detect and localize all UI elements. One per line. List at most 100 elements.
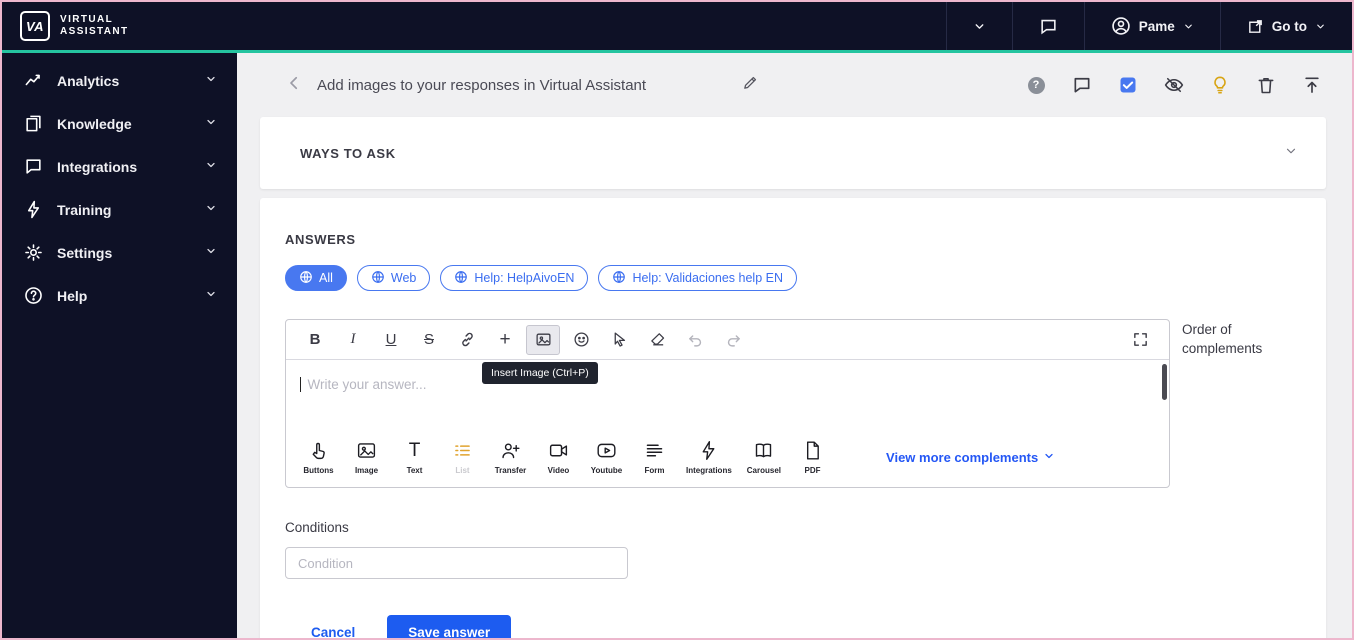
complement-list[interactable]: List — [446, 440, 479, 475]
goto-label: Go to — [1271, 18, 1307, 34]
brand: VA VIRTUAL ASSISTANT — [2, 2, 147, 50]
lightning-icon — [24, 200, 43, 219]
answer-editor: B I U S + Insert Image (Ctrl+P) Write yo… — [285, 319, 1170, 488]
va-logo: VA — [20, 11, 50, 41]
sidebar-item-training[interactable]: Training — [2, 188, 237, 231]
redo-icon[interactable] — [716, 325, 750, 355]
bold-button[interactable]: B — [298, 325, 332, 355]
messages-button[interactable] — [1011, 2, 1084, 50]
complement-form[interactable]: Form — [638, 440, 671, 475]
chip-help-helpaivoen[interactable]: Help: HelpAivoEN — [440, 265, 589, 291]
fullscreen-icon[interactable] — [1123, 325, 1157, 355]
lightbulb-icon[interactable] — [1210, 75, 1230, 95]
chat-icon — [24, 157, 43, 176]
eye-off-icon[interactable] — [1164, 75, 1184, 95]
conditions-label: Conditions — [285, 520, 349, 535]
undo-icon[interactable] — [678, 325, 712, 355]
image-icon — [356, 440, 377, 461]
help-icon — [24, 286, 43, 305]
complement-integrations[interactable]: Integrations — [686, 440, 732, 475]
help-button[interactable]: ? — [1026, 75, 1046, 95]
pencil-icon[interactable] — [742, 74, 759, 96]
chip-help-validaciones[interactable]: Help: Validaciones help EN — [598, 265, 797, 291]
ways-to-ask-title: WAYS TO ASK — [300, 145, 396, 161]
app-window: VA VIRTUAL ASSISTANT Pame Go to Analytic… — [0, 0, 1354, 640]
carousel-icon — [753, 440, 774, 461]
complements-bar: Buttons Image T Text List Transfer Video… — [286, 436, 1169, 487]
youtube-icon — [596, 440, 617, 461]
complement-transfer[interactable]: Transfer — [494, 440, 527, 475]
sidebar-item-label: Help — [57, 287, 88, 304]
insert-plus-button[interactable]: + — [488, 325, 522, 355]
condition-input[interactable] — [285, 547, 628, 579]
globe-icon — [371, 270, 385, 287]
back-button[interactable] — [285, 74, 303, 97]
strikethrough-button[interactable]: S — [412, 325, 446, 355]
chip-all[interactable]: All — [285, 265, 347, 291]
editor-toolbar: B I U S + — [286, 320, 1169, 360]
sidebar-item-label: Knowledge — [57, 115, 132, 132]
complement-image[interactable]: Image — [350, 440, 383, 475]
chevron-down-icon — [205, 201, 217, 219]
view-more-complements[interactable]: View more complements — [886, 450, 1055, 465]
list-icon — [452, 440, 473, 461]
sidebar-item-help[interactable]: Help — [2, 274, 237, 317]
text-caret — [300, 377, 301, 393]
cancel-button[interactable]: Cancel — [305, 624, 361, 638]
workspace-dropdown[interactable] — [945, 2, 1012, 50]
video-icon — [548, 440, 569, 461]
sidebar-item-label: Analytics — [57, 72, 120, 89]
book-icon — [24, 114, 43, 133]
sidebar-item-integrations[interactable]: Integrations — [2, 145, 237, 188]
sidebar-item-settings[interactable]: Settings — [2, 231, 237, 274]
sidebar-item-analytics[interactable]: Analytics — [2, 59, 237, 102]
complement-text[interactable]: T Text — [398, 440, 431, 475]
trash-icon[interactable] — [1256, 75, 1276, 95]
insert-image-button[interactable] — [526, 324, 560, 355]
pdf-icon — [802, 440, 823, 461]
external-link-icon — [1247, 18, 1264, 35]
chat-icon — [1039, 17, 1058, 36]
logo-text: VA — [25, 18, 45, 34]
sidebar-item-label: Settings — [57, 244, 113, 261]
editor-textarea[interactable]: Write your answer... — [286, 360, 1169, 436]
user-name: Pame — [1138, 18, 1175, 34]
save-answer-button[interactable]: Save answer — [387, 615, 512, 638]
main-content: Add images to your responses in Virtual … — [237, 53, 1352, 638]
top-bar: VA VIRTUAL ASSISTANT Pame Go to — [2, 2, 1352, 50]
page-title: Add images to your responses in Virtual … — [317, 76, 647, 94]
user-plus-icon — [500, 440, 521, 461]
sidebar-item-label: Integrations — [57, 158, 138, 175]
form-icon — [644, 440, 665, 461]
complement-carousel[interactable]: Carousel — [747, 440, 781, 475]
brand-text: VIRTUAL ASSISTANT — [60, 13, 129, 38]
complement-video[interactable]: Video — [542, 440, 575, 475]
ways-to-ask-card: WAYS TO ASK — [260, 117, 1326, 189]
answers-title: ANSWERS — [285, 232, 356, 247]
link-button[interactable] — [450, 325, 484, 355]
chip-web[interactable]: Web — [356, 265, 431, 291]
insert-image-tooltip: Insert Image (Ctrl+P) — [482, 362, 598, 384]
emoji-button[interactable] — [564, 325, 598, 355]
upload-top-icon[interactable] — [1302, 75, 1322, 95]
eraser-button[interactable] — [640, 325, 674, 355]
chevron-down-icon — [205, 72, 217, 90]
underline-button[interactable]: U — [374, 325, 408, 355]
sidebar-item-knowledge[interactable]: Knowledge — [2, 102, 237, 145]
complement-pdf[interactable]: PDF — [796, 440, 829, 475]
goto-menu[interactable]: Go to — [1219, 2, 1352, 50]
user-menu[interactable]: Pame — [1083, 2, 1220, 50]
analytics-icon — [24, 71, 43, 90]
expand-ways-to-ask[interactable] — [1284, 144, 1298, 163]
chevron-down-icon — [205, 115, 217, 133]
lightning-icon — [698, 440, 719, 461]
checkbox-checked-icon[interactable] — [1118, 75, 1138, 95]
pointer-select-button[interactable] — [602, 325, 636, 355]
form-actions: Cancel Save answer — [285, 615, 1302, 638]
italic-button[interactable]: I — [336, 325, 370, 355]
text-icon: T — [408, 440, 421, 461]
complement-buttons[interactable]: Buttons — [302, 440, 335, 475]
feedback-button[interactable] — [1072, 75, 1092, 95]
order-of-complements-note: Order of complements — [1182, 322, 1263, 356]
complement-youtube[interactable]: Youtube — [590, 440, 623, 475]
